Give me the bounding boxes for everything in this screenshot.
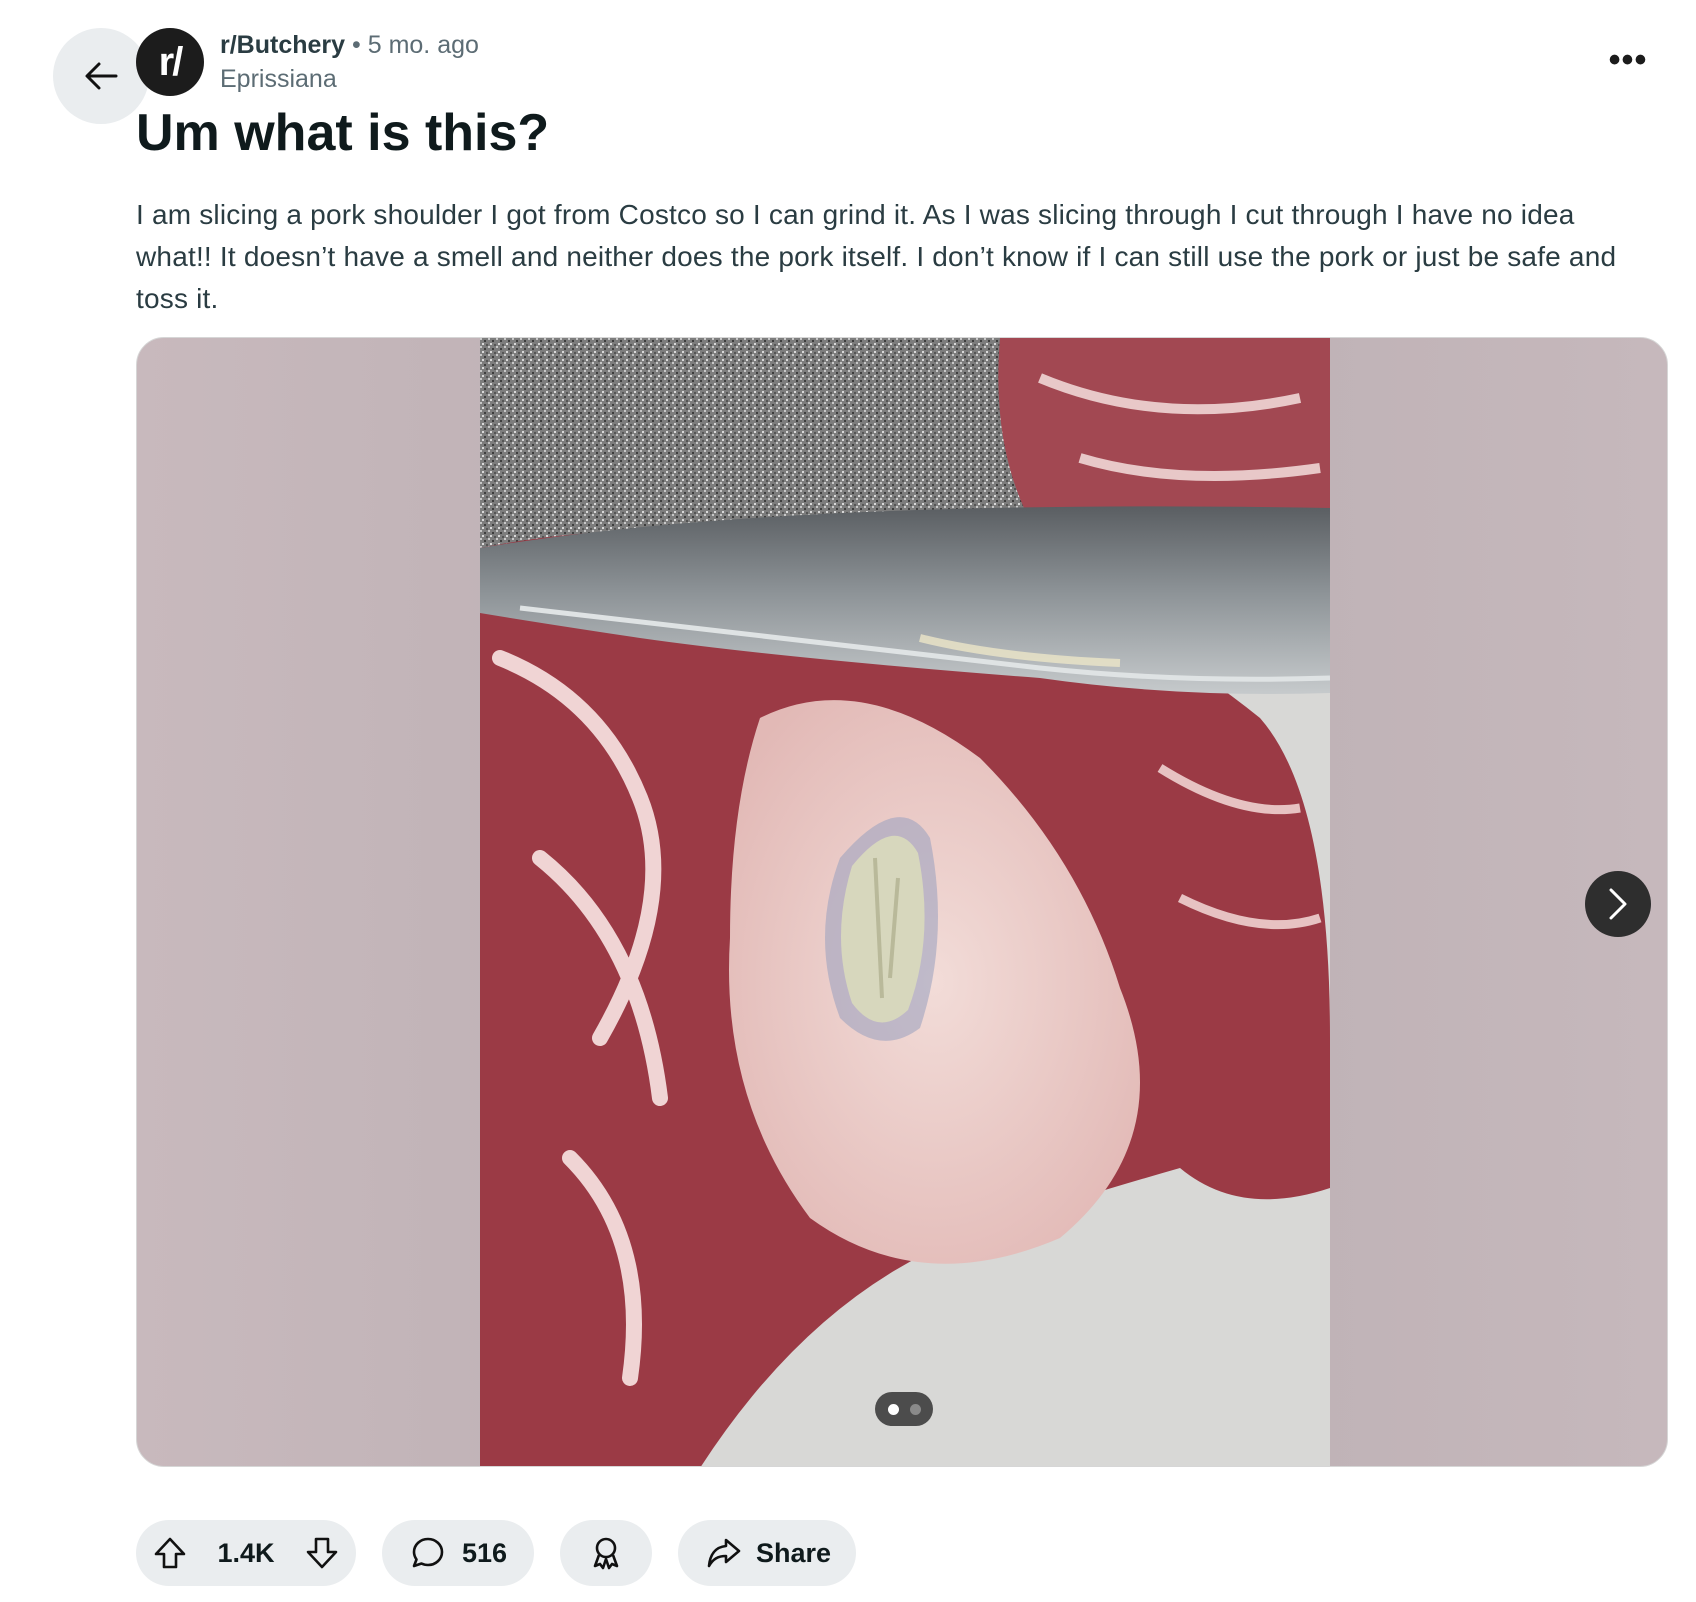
share-label: Share xyxy=(756,1537,832,1568)
comment-count: 516 xyxy=(462,1537,508,1568)
pagination-dot-active xyxy=(887,1403,899,1415)
post-age: 5 mo. ago xyxy=(367,31,479,59)
back-button[interactable] xyxy=(53,28,149,124)
arrow-up-icon[interactable] xyxy=(152,1535,188,1571)
more-options-button[interactable]: ••• xyxy=(1600,40,1656,80)
arrow-down-icon[interactable] xyxy=(304,1535,340,1571)
ellipsis-icon: ••• xyxy=(1608,40,1648,79)
post-body: I am slicing a pork shoulder I got from … xyxy=(136,199,1617,314)
post-title: Um what is this? xyxy=(136,104,550,162)
speech-bubble-icon xyxy=(410,1535,446,1571)
award-button[interactable] xyxy=(560,1520,652,1586)
meta-separator: • xyxy=(352,31,361,59)
post-meta: r/Butchery • 5 mo. ago xyxy=(220,28,479,62)
vote-control: 1.4K xyxy=(136,1520,356,1586)
author-link[interactable]: Eprissiana xyxy=(220,62,337,96)
comments-button[interactable]: 516 xyxy=(382,1520,534,1586)
subreddit-link[interactable]: r/Butchery xyxy=(220,31,345,59)
subreddit-avatar[interactable]: r/ xyxy=(136,28,204,96)
post-image[interactable] xyxy=(480,338,1330,1467)
arrow-left-icon xyxy=(84,61,118,91)
share-button[interactable]: Share xyxy=(678,1520,856,1586)
post-action-bar: 1.4K 516 Share xyxy=(136,1520,856,1586)
pagination-dot xyxy=(909,1403,921,1415)
next-image-button[interactable] xyxy=(1585,871,1651,937)
share-arrow-icon xyxy=(706,1536,742,1570)
image-gallery[interactable] xyxy=(136,337,1668,1467)
avatar-logo-text: r/ xyxy=(158,39,184,84)
award-ribbon-icon xyxy=(589,1535,623,1571)
gallery-pagination xyxy=(875,1392,933,1426)
vote-count: 1.4K xyxy=(217,1537,275,1568)
chevron-right-icon xyxy=(1607,887,1629,921)
